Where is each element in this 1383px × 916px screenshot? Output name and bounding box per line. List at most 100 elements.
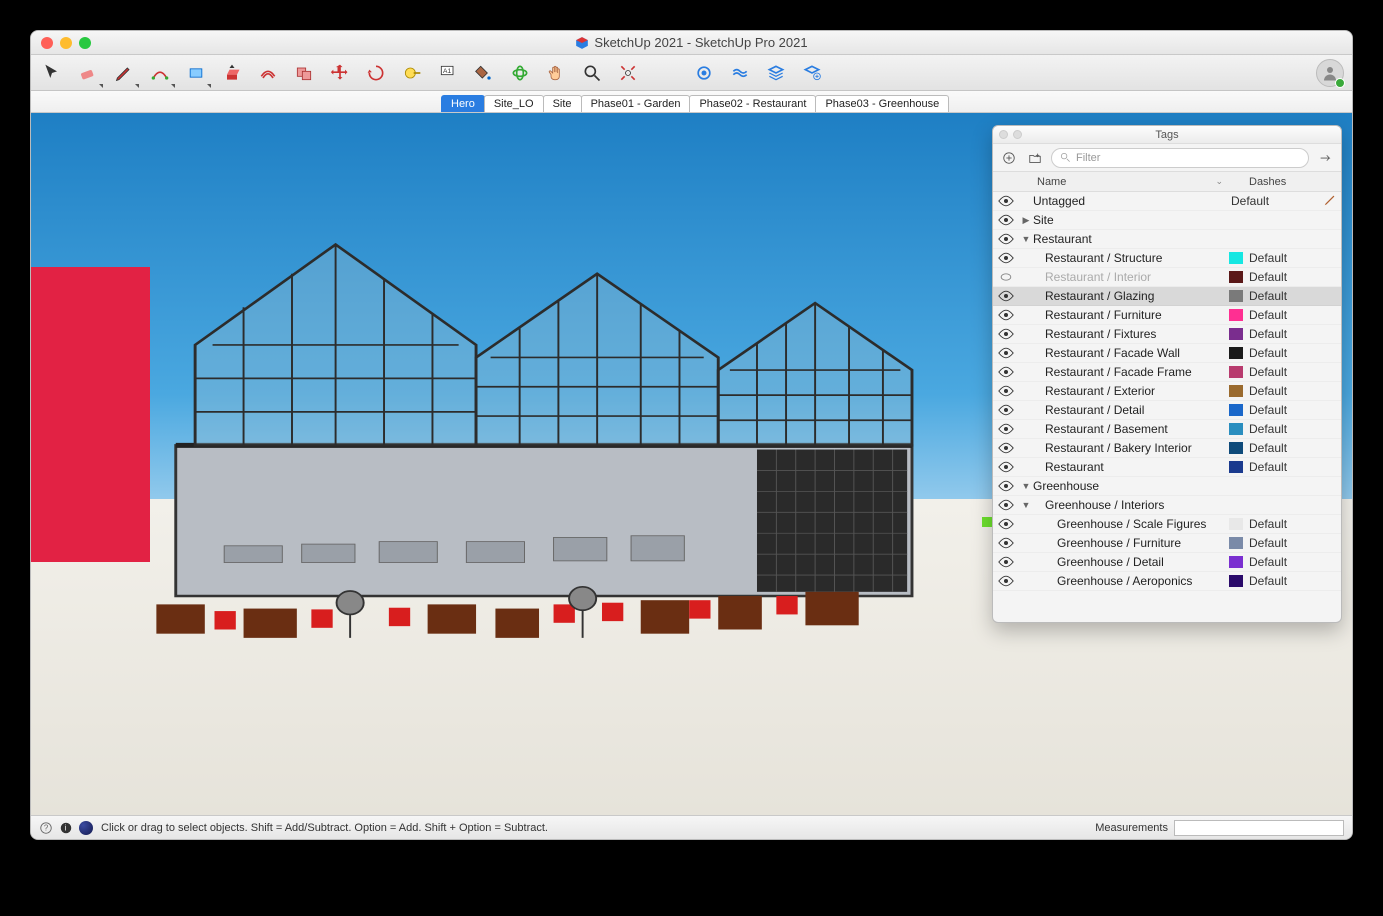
tag-row[interactable]: ▼Restaurant [993, 230, 1341, 249]
rotate-tool[interactable] [363, 60, 389, 86]
eye-icon[interactable] [993, 347, 1019, 359]
tag-row[interactable]: Restaurant / Facade FrameDefault [993, 363, 1341, 382]
panel-min-icon[interactable] [1013, 130, 1022, 139]
dash-value[interactable]: Default [1245, 270, 1341, 284]
dash-value[interactable]: Default [1245, 403, 1341, 417]
arc-tool[interactable] [147, 60, 173, 86]
color-swatch[interactable] [1229, 423, 1243, 435]
dash-value[interactable]: Default [1227, 194, 1323, 208]
details-button[interactable] [1315, 148, 1335, 168]
scene-tab[interactable]: Phase02 - Restaurant [689, 95, 816, 112]
dash-value[interactable]: Default [1245, 365, 1341, 379]
tag-row[interactable]: Greenhouse / FurnitureDefault [993, 534, 1341, 553]
panel-close-icon[interactable] [999, 130, 1008, 139]
add-tag-button[interactable] [999, 148, 1019, 168]
expand-icon[interactable]: ▼ [1019, 234, 1033, 244]
help-icon[interactable]: ? [39, 821, 53, 835]
extension-2-tool[interactable] [727, 60, 753, 86]
orbit-tool[interactable] [507, 60, 533, 86]
eye-icon[interactable] [993, 233, 1019, 245]
color-swatch[interactable] [1229, 537, 1243, 549]
eye-icon[interactable] [993, 385, 1019, 397]
profile-button[interactable] [1316, 59, 1344, 87]
dash-value[interactable]: Default [1245, 517, 1341, 531]
color-swatch[interactable] [1229, 442, 1243, 454]
dash-value[interactable]: Default [1245, 346, 1341, 360]
select-tool[interactable] [39, 60, 65, 86]
paint-tool[interactable] [471, 60, 497, 86]
tags-list[interactable]: UntaggedDefault▶Site▼RestaurantRestauran… [993, 192, 1341, 592]
eye-icon[interactable] [993, 461, 1019, 473]
pencil-tool[interactable] [111, 60, 137, 86]
color-swatch[interactable] [1229, 328, 1243, 340]
column-dashes[interactable]: Dashes [1245, 176, 1341, 188]
eye-icon[interactable] [993, 575, 1019, 587]
eye-icon[interactable] [993, 480, 1019, 492]
tag-row[interactable]: Greenhouse / Scale FiguresDefault [993, 515, 1341, 534]
eye-icon[interactable] [993, 556, 1019, 568]
color-swatch[interactable] [1229, 366, 1243, 378]
eye-icon[interactable] [993, 442, 1019, 454]
dash-value[interactable]: Default [1245, 460, 1341, 474]
tag-row[interactable]: Restaurant / GlazingDefault [993, 287, 1341, 306]
tag-row[interactable]: ▼Greenhouse / Interiors [993, 496, 1341, 515]
extension-1-tool[interactable] [691, 60, 717, 86]
followme-tool[interactable] [291, 60, 317, 86]
color-swatch[interactable] [1229, 347, 1243, 359]
extension-4-tool[interactable] [799, 60, 825, 86]
tag-row[interactable]: Restaurant / InteriorDefault [993, 268, 1341, 287]
scene-tab[interactable]: Phase03 - Greenhouse [815, 95, 949, 112]
color-swatch[interactable] [1229, 404, 1243, 416]
dash-value[interactable]: Default [1245, 422, 1341, 436]
color-swatch[interactable] [1229, 290, 1243, 302]
dash-value[interactable]: Default [1245, 555, 1341, 569]
zoom-extents-tool[interactable] [615, 60, 641, 86]
column-name[interactable]: Name⌄ [1033, 176, 1229, 188]
move-tool[interactable] [327, 60, 353, 86]
tag-row[interactable]: RestaurantDefault [993, 458, 1341, 477]
eye-icon[interactable] [993, 537, 1019, 549]
color-swatch[interactable] [1229, 271, 1243, 283]
eye-icon[interactable] [993, 518, 1019, 530]
color-swatch[interactable] [1229, 461, 1243, 473]
eye-icon[interactable] [993, 423, 1019, 435]
tag-row[interactable]: Restaurant / StructureDefault [993, 249, 1341, 268]
text-tool[interactable]: A1 [435, 60, 461, 86]
offset-tool[interactable] [255, 60, 281, 86]
rectangle-tool[interactable] [183, 60, 209, 86]
tag-row[interactable]: ▼Greenhouse [993, 477, 1341, 496]
scene-tab[interactable]: Site [543, 95, 582, 112]
tag-row[interactable]: Greenhouse / DetailDefault [993, 553, 1341, 572]
eye-icon[interactable] [993, 195, 1019, 207]
close-icon[interactable] [41, 37, 53, 49]
pan-tool[interactable] [543, 60, 569, 86]
color-swatch[interactable] [1229, 518, 1243, 530]
color-swatch[interactable] [1229, 385, 1243, 397]
eye-icon[interactable] [993, 252, 1019, 264]
filter-input[interactable]: Filter [1051, 148, 1309, 168]
dash-value[interactable]: Default [1245, 536, 1341, 550]
tag-row[interactable]: Restaurant / Bakery InteriorDefault [993, 439, 1341, 458]
color-swatch[interactable] [1229, 556, 1243, 568]
tag-row[interactable]: UntaggedDefault [993, 192, 1341, 211]
color-swatch[interactable] [1229, 575, 1243, 587]
pencil-icon[interactable] [1323, 193, 1341, 210]
hidden-icon[interactable] [993, 271, 1019, 283]
eye-icon[interactable] [993, 214, 1019, 226]
expand-icon[interactable]: ▶ [1019, 215, 1033, 226]
eye-icon[interactable] [993, 366, 1019, 378]
dash-value[interactable]: Default [1245, 384, 1341, 398]
zoom-icon[interactable] [79, 37, 91, 49]
minimize-icon[interactable] [60, 37, 72, 49]
tag-row[interactable]: Greenhouse / AeroponicsDefault [993, 572, 1341, 591]
eye-icon[interactable] [993, 499, 1019, 511]
dash-value[interactable]: Default [1245, 251, 1341, 265]
tag-row[interactable]: Restaurant / FixturesDefault [993, 325, 1341, 344]
scene-tab[interactable]: Hero [441, 95, 485, 112]
dash-value[interactable]: Default [1245, 327, 1341, 341]
panel-titlebar[interactable]: Tags [993, 126, 1341, 144]
eye-icon[interactable] [993, 290, 1019, 302]
dash-value[interactable]: Default [1245, 574, 1341, 588]
tag-row[interactable]: Restaurant / Facade WallDefault [993, 344, 1341, 363]
geolocation-icon[interactable] [79, 821, 93, 835]
